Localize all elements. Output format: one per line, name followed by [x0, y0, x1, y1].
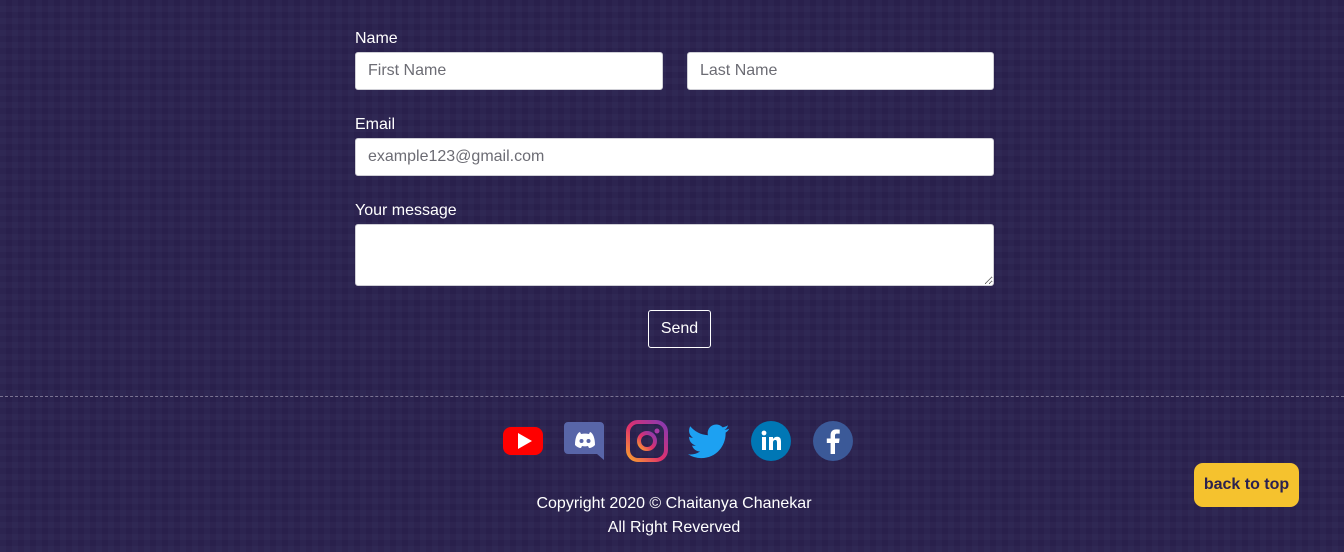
copyright-text: Copyright 2020 © Chaitanya Chanekar	[536, 495, 812, 512]
back-to-top-button[interactable]: back to top	[1194, 463, 1299, 507]
facebook-icon	[813, 421, 853, 461]
email-label: Email	[355, 116, 396, 133]
instagram-link[interactable]	[626, 420, 668, 462]
instagram-icon	[626, 420, 668, 462]
last-name-input[interactable]	[687, 52, 994, 90]
linkedin-icon	[751, 421, 791, 461]
facebook-link[interactable]	[812, 420, 854, 462]
twitter-link[interactable]	[688, 420, 730, 462]
message-label: Your message	[355, 202, 457, 219]
discord-icon	[564, 422, 604, 460]
social-links	[502, 420, 854, 462]
linkedin-link[interactable]	[750, 420, 792, 462]
youtube-icon	[503, 427, 543, 455]
twitter-icon	[688, 424, 730, 459]
message-textarea[interactable]	[355, 224, 994, 286]
email-input[interactable]	[355, 138, 994, 176]
send-button[interactable]: Send	[648, 310, 711, 348]
discord-link[interactable]	[564, 420, 606, 462]
first-name-input[interactable]	[355, 52, 663, 90]
footer-divider	[0, 396, 1344, 397]
name-label: Name	[355, 30, 398, 47]
rights-text: All Right Reverved	[607, 519, 741, 536]
youtube-link[interactable]	[502, 420, 544, 462]
